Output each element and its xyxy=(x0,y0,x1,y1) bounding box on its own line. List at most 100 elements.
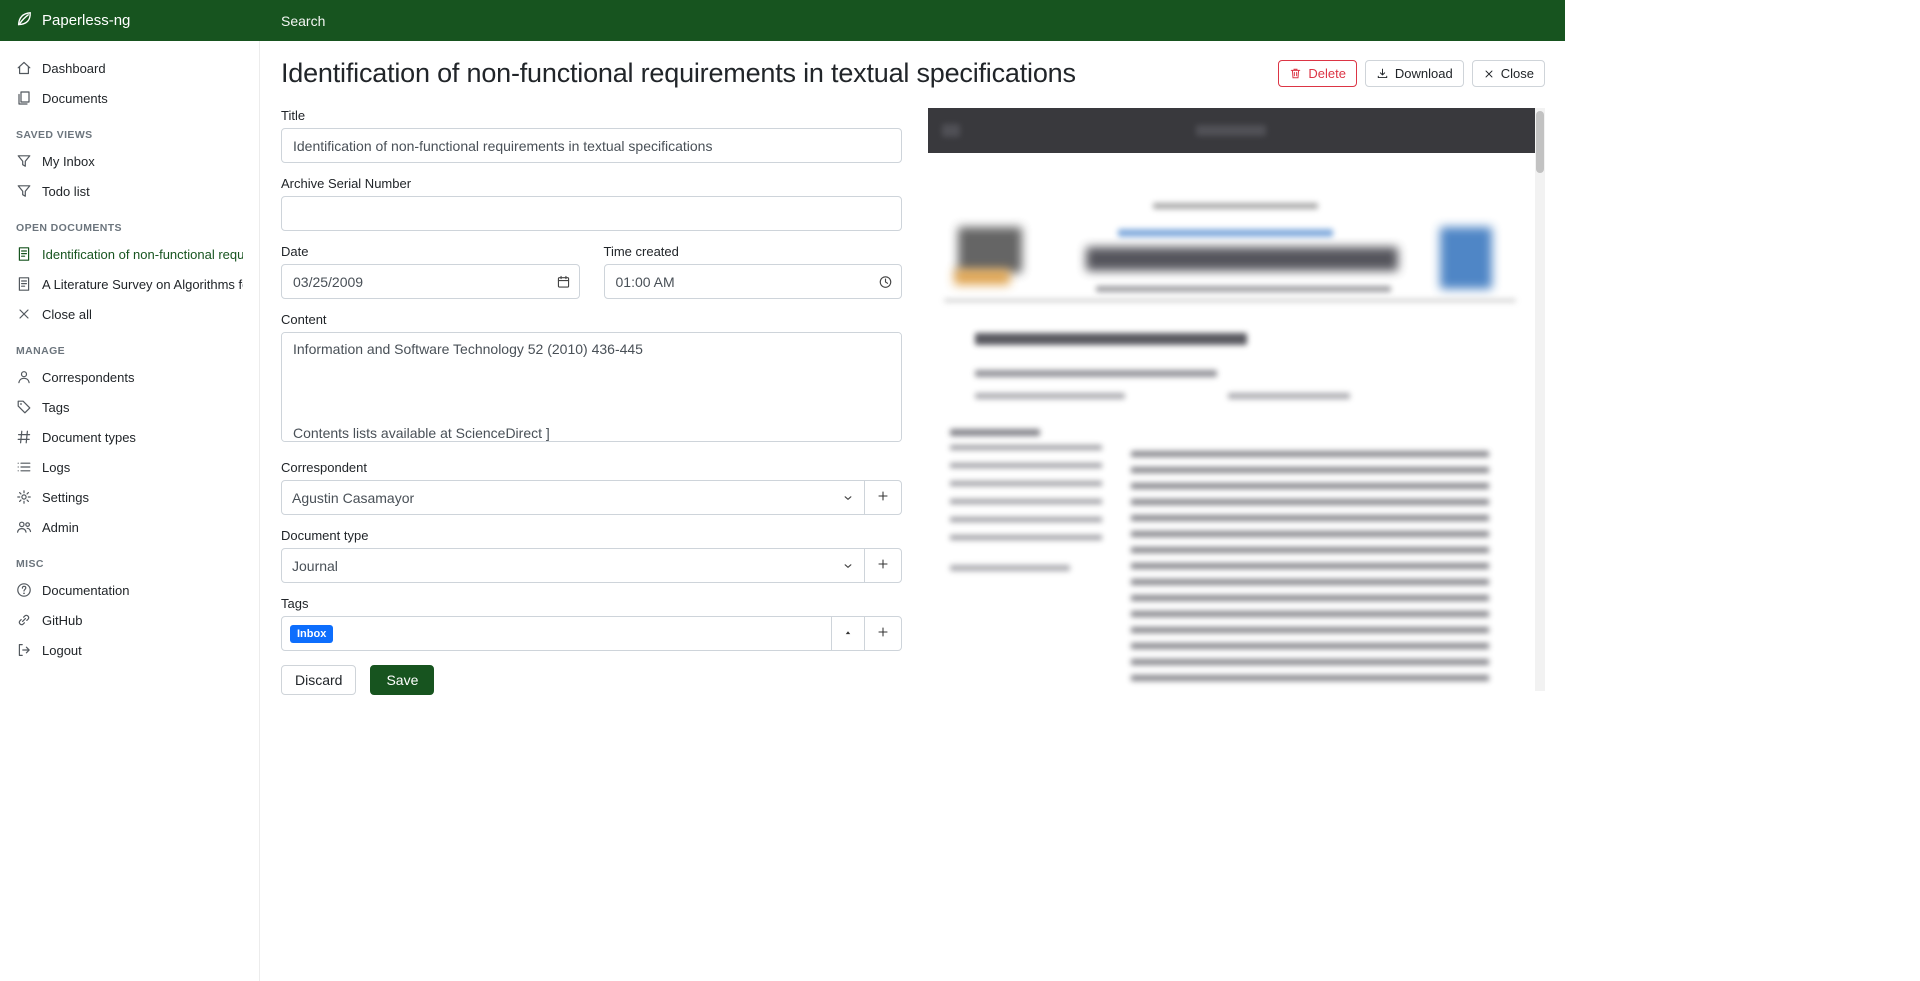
document-type-select[interactable]: Journal xyxy=(281,548,865,583)
asn-input[interactable] xyxy=(281,196,902,231)
delete-button-label: Delete xyxy=(1308,66,1346,81)
download-icon xyxy=(1376,67,1389,80)
time-created-input[interactable] xyxy=(604,264,903,299)
blur-block xyxy=(954,269,1010,285)
chevron-down-icon xyxy=(842,560,854,572)
tags-field-group: Tags Inbox xyxy=(281,596,902,651)
pdf-toolbar xyxy=(928,108,1535,153)
date-field-group: Date xyxy=(281,244,580,299)
blur-block xyxy=(942,124,960,137)
sidebar-item-logout[interactable]: Logout xyxy=(0,635,259,665)
page-title: Identification of non-functional require… xyxy=(281,58,1076,89)
tag-badge-inbox[interactable]: Inbox xyxy=(290,625,333,643)
pdf-viewer xyxy=(928,108,1535,691)
sidebar-item-settings[interactable]: Settings xyxy=(0,482,259,512)
search-input[interactable]: Search xyxy=(260,13,1565,29)
house-icon xyxy=(16,60,32,76)
files-icon xyxy=(16,90,32,106)
document-form: Title Archive Serial Number Date xyxy=(281,108,902,695)
x-icon xyxy=(16,306,32,322)
navbar-brand[interactable]: Paperless-ng xyxy=(0,10,260,32)
correspondent-label: Correspondent xyxy=(281,460,902,475)
blur-block xyxy=(975,333,1247,345)
github-link-icon xyxy=(16,612,32,628)
sidebar-item-label: Logout xyxy=(42,643,82,658)
correspondent-select[interactable]: Agustin Casamayor xyxy=(281,480,865,515)
discard-button[interactable]: Discard xyxy=(281,665,356,695)
asn-field-group: Archive Serial Number xyxy=(281,176,902,231)
content-textarea[interactable]: Information and Software Technology 52 (… xyxy=(281,332,902,442)
chevron-down-icon xyxy=(842,492,854,504)
sidebar-section-open-documents: OPEN DOCUMENTS xyxy=(0,206,259,239)
funnel-icon xyxy=(16,183,32,199)
sidebar-section-manage: MANAGE xyxy=(0,329,259,362)
sidebar-item-label: GitHub xyxy=(42,613,82,628)
document-type-field-group: Document type Journal xyxy=(281,528,902,583)
correspondent-field-group: Correspondent Agustin Casamayor xyxy=(281,460,902,515)
preview-scrollbar[interactable] xyxy=(1535,108,1545,691)
sidebar-item-close-all[interactable]: Close all xyxy=(0,299,259,329)
delete-button[interactable]: Delete xyxy=(1278,60,1357,87)
blur-block xyxy=(950,429,1040,436)
sidebar-item-dashboard[interactable]: Dashboard xyxy=(0,53,259,83)
save-button[interactable]: Save xyxy=(370,665,434,695)
sidebar-item-admin[interactable]: Admin xyxy=(0,512,259,542)
sidebar-item-label: Document types xyxy=(42,430,136,445)
sidebar-open-document-2[interactable]: A Literature Survey on Algorithms for Mu… xyxy=(0,269,259,299)
blur-block xyxy=(975,393,1125,399)
title-field-group: Title xyxy=(281,108,902,163)
tags-input[interactable]: Inbox xyxy=(281,616,832,651)
file-text-icon xyxy=(16,246,32,262)
sidebar-item-documents[interactable]: Documents xyxy=(0,83,259,113)
time-created-field-group: Time created xyxy=(604,244,903,299)
add-tag-button[interactable] xyxy=(864,616,902,651)
sidebar-item-label: Identification of non-functional require… xyxy=(42,247,243,262)
download-button[interactable]: Download xyxy=(1365,60,1464,87)
preview-scrollbar-thumb[interactable] xyxy=(1536,111,1544,173)
document-type-selected-value: Journal xyxy=(292,558,338,574)
person-icon xyxy=(16,369,32,385)
plus-icon xyxy=(876,625,890,642)
sidebar-item-github[interactable]: GitHub xyxy=(0,605,259,635)
sidebar-item-documentation[interactable]: Documentation xyxy=(0,575,259,605)
date-input[interactable] xyxy=(281,264,580,299)
blur-block xyxy=(950,445,1102,549)
asn-label: Archive Serial Number xyxy=(281,176,902,191)
brand-name: Paperless-ng xyxy=(42,12,130,29)
add-document-type-button[interactable] xyxy=(864,548,902,583)
clock-icon[interactable] xyxy=(878,274,893,289)
date-time-row: Date Time created xyxy=(281,244,902,312)
sidebar-item-todo-list[interactable]: Todo list xyxy=(0,176,259,206)
form-buttons: Discard Save xyxy=(281,665,902,695)
app-window: Paperless-ng Search Dashboard Documents … xyxy=(0,0,1565,981)
tag-icon xyxy=(16,399,32,415)
sidebar-section-misc: MISC xyxy=(0,542,259,575)
content-label: Content xyxy=(281,312,902,327)
add-correspondent-button[interactable] xyxy=(864,480,902,515)
calendar-icon[interactable] xyxy=(556,274,571,289)
paperless-leaf-icon xyxy=(15,10,33,32)
title-input[interactable] xyxy=(281,128,902,163)
sidebar-item-label: Dashboard xyxy=(42,61,106,76)
sidebar-open-document-1[interactable]: Identification of non-functional require… xyxy=(0,239,259,269)
sidebar-item-document-types[interactable]: Document types xyxy=(0,422,259,452)
document-actions: Delete Download Close xyxy=(1278,60,1545,87)
sidebar-section-saved-views: SAVED VIEWS xyxy=(0,113,259,146)
trash-icon xyxy=(1289,67,1302,80)
blur-block xyxy=(1086,247,1398,271)
sidebar-item-logs[interactable]: Logs xyxy=(0,452,259,482)
sidebar-item-label: Correspondents xyxy=(42,370,135,385)
list-icon xyxy=(16,459,32,475)
close-button[interactable]: Close xyxy=(1472,60,1545,87)
tags-dropdown-toggle[interactable] xyxy=(831,616,865,651)
sidebar-item-tags[interactable]: Tags xyxy=(0,392,259,422)
logout-icon xyxy=(16,642,32,658)
close-button-label: Close xyxy=(1501,66,1534,81)
sidebar-item-my-inbox[interactable]: My Inbox xyxy=(0,146,259,176)
blur-block xyxy=(1118,229,1333,237)
blur-block xyxy=(1131,451,1489,683)
sidebar-item-label: Tags xyxy=(42,400,69,415)
sidebar-item-correspondents[interactable]: Correspondents xyxy=(0,362,259,392)
close-icon xyxy=(1483,68,1495,80)
blur-block xyxy=(1440,227,1492,289)
